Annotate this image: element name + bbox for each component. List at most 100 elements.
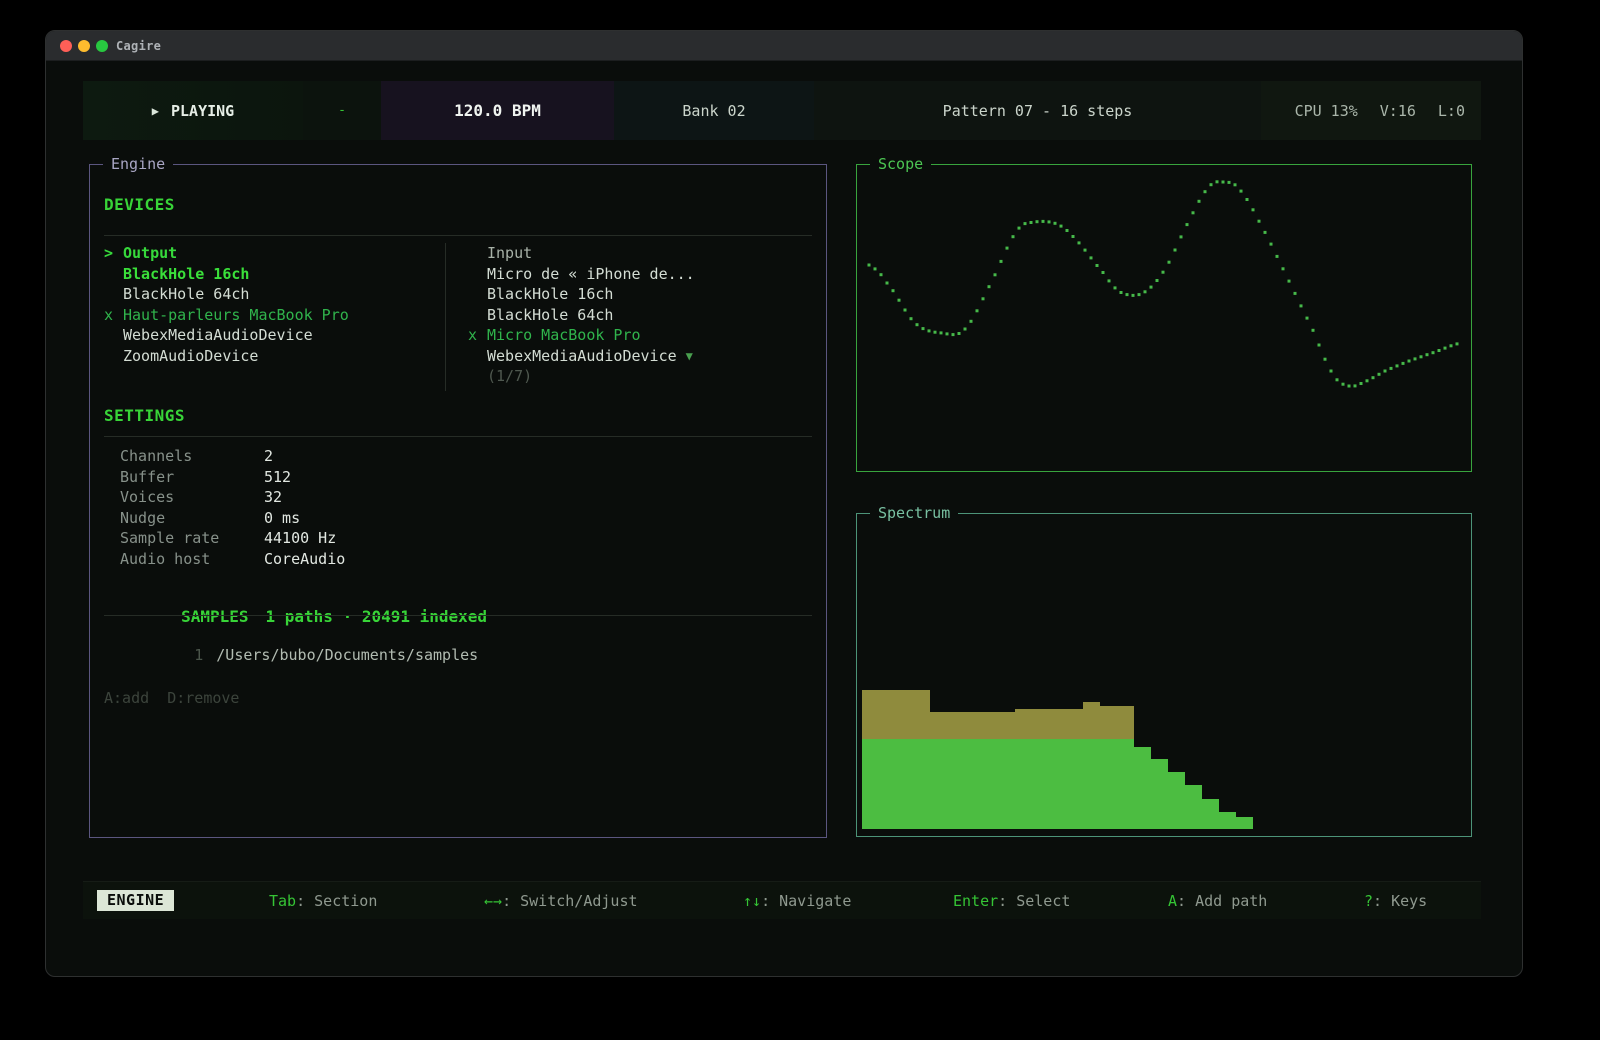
- mode-badge: ENGINE: [97, 890, 174, 911]
- title-bar[interactable]: Cagire: [46, 31, 1522, 61]
- device-name: Haut-parleurs MacBook Pro: [123, 305, 349, 326]
- minimize-window-button[interactable]: [78, 40, 90, 52]
- output-device-item[interactable]: BlackHole 64ch: [104, 284, 439, 305]
- output-device-item[interactable]: WebexMediaAudioDevice: [104, 325, 439, 346]
- setting-row[interactable]: Voices32: [120, 487, 345, 508]
- setting-label: Channels: [120, 446, 264, 467]
- latency: L:0: [1438, 102, 1465, 120]
- row-prefix: [104, 325, 123, 346]
- setting-label: Audio host: [120, 549, 264, 570]
- input-device-item[interactable]: WebexMediaAudioDevice ▼: [468, 346, 808, 367]
- bank-display[interactable]: Bank 02: [614, 81, 814, 140]
- column-divider: [445, 243, 446, 391]
- row-prefix: [468, 346, 487, 367]
- row-prefix: [468, 243, 487, 264]
- device-name: BlackHole 16ch: [123, 264, 249, 285]
- setting-label: Nudge: [120, 508, 264, 529]
- key-hint-navigate: ↑↓: Navigate: [743, 892, 851, 910]
- output-device-item[interactable]: ZoomAudioDevice: [104, 346, 439, 367]
- cursor-icon: >: [104, 243, 123, 264]
- key-hint-add-path: A: Add path: [1168, 892, 1267, 910]
- output-device-item[interactable]: BlackHole 16ch: [104, 264, 439, 285]
- transport-status[interactable]: ▶ PLAYING: [83, 81, 303, 140]
- divider: [104, 615, 812, 616]
- setting-row[interactable]: Nudge0 ms: [120, 508, 345, 529]
- device-name: ZoomAudioDevice: [123, 346, 258, 367]
- key-hint-select: Enter: Select: [953, 892, 1070, 910]
- output-device-list: >OutputBlackHole 16chBlackHole 64chxHaut…: [104, 243, 439, 366]
- samples-index-count: 1 paths · 20491 indexed: [266, 607, 488, 626]
- bpm-display[interactable]: 120.0 BPM: [381, 81, 614, 140]
- key-name: A: [1168, 892, 1177, 910]
- sample-path-row[interactable]: 1/Users/bubo/Documents/samples: [122, 628, 478, 682]
- setting-label: Voices: [120, 487, 264, 508]
- row-prefix: [468, 264, 487, 285]
- setting-value: CoreAudio: [264, 549, 345, 570]
- dropdown-arrow-icon: ▼: [686, 346, 693, 367]
- setting-label: Sample rate: [120, 528, 264, 549]
- output-device-item[interactable]: xHaut-parleurs MacBook Pro: [104, 305, 439, 326]
- setting-value: 0 ms: [264, 508, 300, 529]
- setting-row[interactable]: Audio hostCoreAudio: [120, 549, 345, 570]
- input-device-list: InputMicro de « iPhone de...BlackHole 16…: [468, 243, 808, 387]
- divider: [104, 436, 812, 437]
- row-prefix: [104, 346, 123, 367]
- key-action: : Add path: [1177, 892, 1267, 910]
- key-name: ↑↓: [743, 892, 761, 910]
- setting-row[interactable]: Sample rate44100 Hz: [120, 528, 345, 549]
- device-name: BlackHole 64ch: [487, 305, 613, 326]
- device-name: WebexMediaAudioDevice: [487, 346, 677, 367]
- setting-value: 32: [264, 487, 282, 508]
- active-marker-icon: x: [104, 305, 123, 326]
- device-name: Input: [487, 243, 532, 264]
- row-prefix: [104, 284, 123, 305]
- spectrum-panel: Spectrum: [856, 513, 1472, 837]
- input-device-item[interactable]: BlackHole 16ch: [468, 284, 808, 305]
- device-name: BlackHole 64ch: [123, 284, 249, 305]
- device-name: Micro de « iPhone de...: [487, 264, 695, 285]
- key-action: : Switch/Adjust: [502, 892, 637, 910]
- key-name: ←→: [484, 892, 502, 910]
- voice-count: V:16: [1380, 102, 1416, 120]
- input-device-item[interactable]: Input: [468, 243, 808, 264]
- app-window: Cagire ▶ PLAYING - 120.0 BPM Bank 02 Pat…: [45, 30, 1523, 977]
- active-marker-icon: x: [468, 325, 487, 346]
- setting-value: 44100 Hz: [264, 528, 336, 549]
- input-device-item[interactable]: xMicro MacBook Pro: [468, 325, 808, 346]
- setting-value: 2: [264, 446, 273, 467]
- row-prefix: [468, 305, 487, 326]
- key-name: ?: [1364, 892, 1373, 910]
- key-action: : Keys: [1373, 892, 1427, 910]
- key-action: : Section: [296, 892, 377, 910]
- setting-row[interactable]: Buffer512: [120, 467, 345, 488]
- input-device-item[interactable]: Micro de « iPhone de...: [468, 264, 808, 285]
- row-prefix: [104, 264, 123, 285]
- settings-heading: SETTINGS: [104, 406, 185, 425]
- setting-row[interactable]: Channels2: [120, 446, 345, 467]
- device-name: WebexMediaAudioDevice: [123, 325, 313, 346]
- setting-value: 512: [264, 467, 291, 488]
- transport-label: PLAYING: [171, 102, 234, 120]
- setting-label: Buffer: [120, 467, 264, 488]
- input-device-item[interactable]: (1/7): [468, 366, 808, 387]
- device-name: Micro MacBook Pro: [487, 325, 641, 346]
- input-device-item[interactable]: BlackHole 64ch: [468, 305, 808, 326]
- transport-bar: ▶ PLAYING - 120.0 BPM Bank 02 Pattern 07…: [83, 81, 1481, 140]
- key-action: : Navigate: [761, 892, 851, 910]
- divider: [104, 235, 812, 236]
- settings-table: Channels2Buffer512Voices32Nudge0 msSampl…: [120, 446, 345, 569]
- system-stats: CPU 13% V:16 L:0: [1261, 81, 1481, 140]
- desktop: Cagire ▶ PLAYING - 120.0 BPM Bank 02 Pat…: [0, 0, 1600, 1040]
- pattern-display[interactable]: Pattern 07 - 16 steps: [814, 81, 1261, 140]
- close-window-button[interactable]: [60, 40, 72, 52]
- device-name: Output: [123, 243, 177, 264]
- maximize-window-button[interactable]: [96, 40, 108, 52]
- engine-panel: Engine DEVICES >OutputBlackHole 16chBlac…: [89, 164, 827, 838]
- key-action: : Select: [998, 892, 1070, 910]
- row-prefix: [468, 284, 487, 305]
- output-device-item[interactable]: >Output: [104, 243, 439, 264]
- scope-panel: Scope: [856, 164, 1472, 472]
- path-index: 1: [194, 646, 203, 664]
- row-prefix: [468, 366, 487, 387]
- play-icon: ▶: [152, 104, 159, 118]
